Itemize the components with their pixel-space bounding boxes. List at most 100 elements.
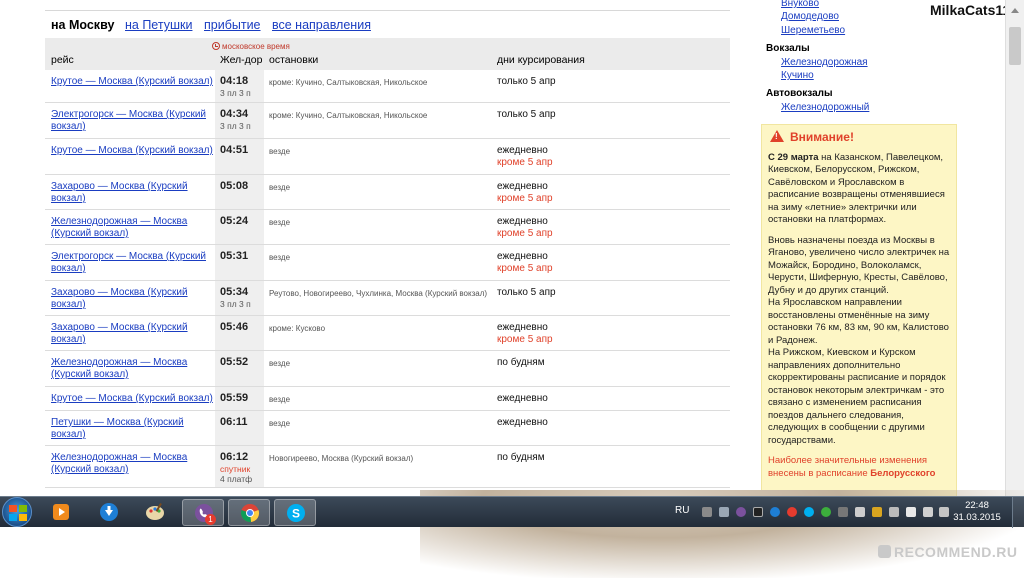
- stops-cell: кроме: Кучино, Салтыковская, Никольское: [269, 111, 428, 120]
- taskbar-download[interactable]: [88, 499, 130, 526]
- link-vnukovo[interactable]: Внуково: [781, 0, 819, 9]
- tray-usb-icon[interactable]: [889, 507, 899, 517]
- days-text: ежедневно: [497, 322, 548, 333]
- tray-keyboard-icon[interactable]: [702, 507, 712, 517]
- alert-title: Внимание!: [768, 130, 950, 144]
- tab-to-petushki[interactable]: на Петушки: [125, 18, 192, 32]
- alert-box: Внимание! С 29 марта на Казанском, Павел…: [761, 124, 957, 500]
- tab-to-moscow[interactable]: на Москву: [51, 18, 114, 32]
- scroll-up-icon[interactable]: [1011, 8, 1019, 13]
- alert-paragraph: С 29 марта на Казанском, Павелецком, Кие…: [768, 152, 950, 227]
- route-link[interactable]: Железнодорожная — Москва (Курский вокзал…: [51, 452, 215, 476]
- link-zheleznodorozhnaya[interactable]: Железнодорожная: [781, 57, 868, 68]
- tray-security-icon[interactable]: [872, 507, 882, 517]
- route-link[interactable]: Электрогорск — Москва (Курский вокзал): [51, 251, 215, 275]
- link-sheremetyevo[interactable]: Шереметьево: [781, 25, 845, 36]
- tray-red-icon[interactable]: [787, 507, 797, 517]
- route-link[interactable]: Железнодорожная — Москва (Курский вокзал…: [51, 216, 215, 240]
- route-link[interactable]: Крутое — Москва (Курский вокзал): [51, 76, 215, 88]
- tray-misc-icon[interactable]: [838, 507, 848, 517]
- platform-info: 4 платф: [220, 474, 253, 484]
- taskbar: 1 S RU 22:48 31.03.2015: [0, 496, 1024, 528]
- route-link[interactable]: Крутое — Москва (Курский вокзал): [51, 393, 215, 405]
- route-link[interactable]: Железнодорожная — Москва (Курский вокзал…: [51, 357, 215, 381]
- show-desktop-button[interactable]: [1012, 497, 1024, 528]
- days-cell: по будням: [497, 357, 617, 369]
- start-button[interactable]: [2, 497, 32, 527]
- time-cell: 04:34 3 пл 3 п: [215, 103, 264, 138]
- stops-cell: везде: [269, 395, 291, 404]
- system-clock[interactable]: 22:48 31.03.2015: [952, 500, 1002, 524]
- taskbar-viber[interactable]: 1: [182, 499, 224, 526]
- link-domodedovo[interactable]: Домодедово: [781, 11, 839, 22]
- scroll-thumb[interactable]: [1009, 27, 1021, 65]
- time-cell: 05:24: [215, 210, 264, 244]
- time-cell: 05:59: [215, 387, 264, 410]
- tray-flag-icon[interactable]: [855, 507, 865, 517]
- departure-time: 05:24: [220, 215, 249, 227]
- route-link[interactable]: Захарово — Москва (Курский вокзал): [51, 287, 215, 311]
- stations-heading: Вокзалы: [766, 43, 810, 54]
- table-row: Захарово — Москва (Курский вокзал) 05:46…: [45, 316, 730, 351]
- tray-skype-icon[interactable]: [804, 507, 814, 517]
- stops-cell: везде: [269, 359, 291, 368]
- tray-download-icon[interactable]: [770, 507, 780, 517]
- taskbar-paint[interactable]: [134, 499, 176, 526]
- days-cell: только 5 апр: [497, 76, 617, 88]
- col-route-header: рейс: [51, 54, 74, 66]
- table-row: Захарово — Москва (Курский вокзал) 05:08…: [45, 175, 730, 210]
- time-cell: 06:11: [215, 411, 264, 445]
- stops-cell: везде: [269, 183, 291, 192]
- table-row: Петушки — Москва (Курский вокзал) 06:11 …: [45, 411, 730, 446]
- platform-info: 3 пл 3 п: [220, 299, 251, 309]
- departure-time: 04:18: [220, 75, 249, 87]
- departure-time: 04:51: [220, 144, 249, 156]
- screen: на Москву на Петушки прибытие все направ…: [0, 0, 1024, 578]
- media-player-icon: [53, 504, 69, 520]
- platform-info: 3 пл 3 п: [220, 121, 251, 131]
- scrollbar[interactable]: [1005, 0, 1024, 500]
- days-exception: кроме 5 апр: [497, 193, 553, 204]
- taskbar-media-player[interactable]: [40, 499, 82, 526]
- alert-title-text: Внимание!: [790, 130, 854, 144]
- taskbar-chrome[interactable]: [228, 499, 270, 526]
- col-time-header: Жел-дор: [220, 54, 263, 66]
- col-days-header: дни курсирования: [497, 54, 585, 66]
- stops-cell: везде: [269, 147, 291, 156]
- warning-icon: [770, 130, 784, 144]
- time-cell: 05:34 3 пл 3 п: [215, 281, 264, 315]
- alert-paragraph: Наиболее значительные изменения внесены …: [768, 455, 950, 480]
- table-row: Железнодорожная — Москва (Курский вокзал…: [45, 351, 730, 387]
- tray-network-icon[interactable]: [719, 507, 729, 517]
- alert-text: Вновь назначены поезда из Москвы в Ягано…: [768, 234, 950, 296]
- skype-icon: S: [287, 504, 305, 522]
- tray-network-status-icon[interactable]: [906, 507, 916, 517]
- download-icon: [100, 503, 118, 521]
- tray-viber-icon[interactable]: [736, 507, 746, 517]
- language-indicator[interactable]: RU: [675, 505, 689, 516]
- time-cell: 05:46: [215, 316, 264, 350]
- tray-battery-icon[interactable]: [923, 507, 933, 517]
- time-cell: 06:12 спутник 4 платф: [215, 446, 264, 487]
- route-link[interactable]: Петушки — Москва (Курский вокзал): [51, 417, 215, 441]
- tab-all-directions[interactable]: все направления: [272, 18, 371, 32]
- tray-green-icon[interactable]: [821, 507, 831, 517]
- days-text: только 5 апр: [497, 76, 556, 87]
- taskbar-skype[interactable]: S: [274, 499, 316, 526]
- paint-icon: [146, 503, 164, 520]
- route-link[interactable]: Крутое — Москва (Курский вокзал): [51, 145, 215, 157]
- table-row: Железнодорожная — Москва (Курский вокзал…: [45, 210, 730, 245]
- link-zheleznodorozhny[interactable]: Железнодорожный: [781, 102, 869, 113]
- route-link[interactable]: Захарово — Москва (Курский вокзал): [51, 181, 215, 205]
- days-cell: только 5 апр: [497, 287, 617, 299]
- days-text: ежедневно: [497, 145, 548, 156]
- tray-volume-icon[interactable]: [939, 507, 949, 517]
- tab-arrival[interactable]: прибытие: [204, 18, 261, 32]
- tray-app-icon[interactable]: [753, 507, 763, 517]
- viber-badge: 1: [205, 514, 216, 525]
- time-cell: 04:51: [215, 139, 264, 174]
- route-link[interactable]: Захарово — Москва (Курский вокзал): [51, 322, 215, 346]
- table-row: Электрогорск — Москва (Курский вокзал) 0…: [45, 103, 730, 139]
- link-kuchino[interactable]: Кучино: [781, 70, 814, 81]
- route-link[interactable]: Электрогорск — Москва (Курский вокзал): [51, 109, 215, 133]
